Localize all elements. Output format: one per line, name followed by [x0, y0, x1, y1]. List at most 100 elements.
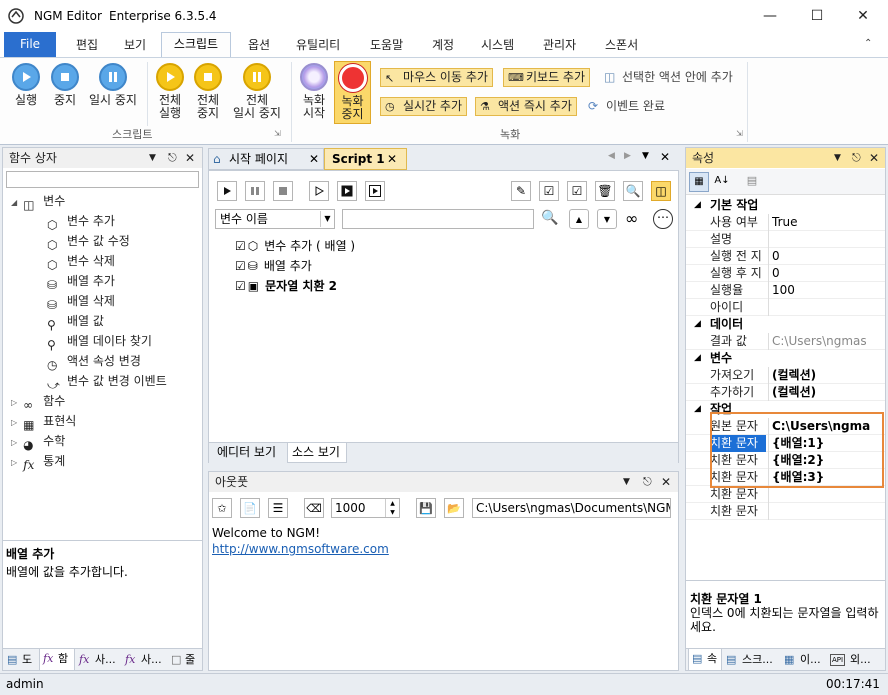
property-row[interactable]: 아이디: [686, 299, 885, 316]
tab-script-1[interactable]: Script 1 ✕: [324, 148, 407, 170]
tree-leaf-0-8[interactable]: ⤻ 변수 값 변경 이벤트: [47, 371, 167, 392]
property-row[interactable]: 추가하기 (컬렉션): [686, 384, 885, 401]
collapse-arrow-icon[interactable]: ◢: [694, 316, 701, 333]
collapse-ribbon-icon[interactable]: ⌃: [864, 38, 872, 49]
run-button[interactable]: 실행: [8, 63, 44, 107]
tab-list-icon[interactable]: ▼: [642, 151, 649, 161]
checkbox-checked-icon[interactable]: ☑: [235, 279, 246, 293]
property-section[interactable]: ◢ 데이터: [686, 316, 885, 333]
menu-view[interactable]: 보기: [124, 36, 146, 53]
tree-view-button[interactable]: ◫: [651, 181, 671, 201]
script-group-launcher-icon[interactable]: ⇲: [274, 129, 281, 138]
log-limit-spinner[interactable]: 1000 ▲ ▼: [331, 498, 400, 518]
variable-name-combo[interactable]: 변수 이름 ▼: [215, 209, 335, 229]
clear-brush-button[interactable]: ✩: [212, 498, 232, 518]
menu-script[interactable]: 스크립트: [161, 32, 231, 57]
pin-icon[interactable]: ⎋: [168, 148, 177, 168]
menu-utility[interactable]: 유틸리티: [296, 36, 340, 53]
tab-images[interactable]: ▦ 이...: [782, 651, 826, 669]
property-row[interactable]: 실행 후 지 0: [686, 265, 885, 282]
property-row[interactable]: 결과 값 C:\Users\ngmas: [686, 333, 885, 350]
run-script-button[interactable]: [217, 181, 237, 201]
property-row[interactable]: 사용 여부 True: [686, 214, 885, 231]
loop-infinity-icon[interactable]: ∞: [625, 209, 638, 228]
collapse-arrow-icon[interactable]: ◢: [694, 350, 701, 367]
pin-icon[interactable]: ⎋: [852, 148, 861, 168]
pause-button[interactable]: 일시 중지: [86, 63, 140, 107]
expanded-arrow-icon[interactable]: ◢: [11, 198, 17, 207]
property-row[interactable]: 실행율 100: [686, 282, 885, 299]
close-panel-icon[interactable]: ✕: [185, 148, 195, 168]
close-panel-icon[interactable]: ✕: [869, 148, 879, 168]
tab-start-page[interactable]: ⌂ 시작 페이지 ✕: [208, 148, 324, 170]
dropdown-icon[interactable]: ▼: [149, 148, 156, 168]
event-complete-button[interactable]: ⟳ 이벤트 완료: [586, 97, 665, 116]
tree-leaf-0-4[interactable]: ⛁ 배열 삭제: [47, 291, 115, 312]
output-link[interactable]: http://www.ngmsoftware.com: [212, 542, 389, 556]
property-row[interactable]: 실행 전 지 0: [686, 248, 885, 265]
property-row[interactable]: 치환 문자: [686, 503, 885, 520]
check-button[interactable]: ☑: [567, 181, 587, 201]
record-start-button[interactable]: 녹화 시작: [297, 63, 331, 120]
close-tab-icon[interactable]: ✕: [387, 149, 397, 169]
full-pause-button[interactable]: 전체 일시 중지: [229, 63, 285, 120]
menu-edit[interactable]: 편집: [76, 36, 98, 53]
tree-node-3[interactable]: ▷ ◕ 수학: [11, 431, 65, 452]
menu-system[interactable]: 시스템: [481, 36, 514, 53]
stop-button[interactable]: 중지: [47, 63, 83, 107]
collapsed-arrow-icon[interactable]: ▷: [11, 418, 17, 427]
log-path-input[interactable]: C:\Users\ngmas\Documents\NGM6\: [472, 498, 671, 518]
collapsed-arrow-icon[interactable]: ▷: [11, 458, 17, 467]
tab-variables[interactable]: ▤ 도: [5, 651, 39, 669]
save-log-button[interactable]: 💾: [416, 498, 436, 518]
tree-leaf-0-7[interactable]: ◷ 액션 속성 변경: [47, 351, 141, 372]
spin-up-icon[interactable]: ▲: [385, 499, 399, 508]
new-log-button[interactable]: 📄: [240, 498, 260, 518]
more-options-icon[interactable]: ⋯: [653, 209, 673, 229]
function-search-input[interactable]: [6, 171, 199, 188]
tree-leaf-0-0[interactable]: ⬡ 변수 추가: [47, 211, 115, 232]
property-section[interactable]: ◢ 기본 작업: [686, 197, 885, 214]
add-mouse-move-button[interactable]: ↖ 마우스 이동 추가: [380, 68, 493, 87]
tab-functions[interactable]: fx 함: [39, 649, 75, 671]
pause-script-button[interactable]: [245, 181, 265, 201]
action-item[interactable]: ☑ ▣ 문자열 치환 2: [235, 277, 337, 295]
close-document-icon[interactable]: ✕: [660, 150, 670, 164]
file-menu[interactable]: File: [4, 32, 56, 57]
add-keyboard-button[interactable]: ⌨ 키보드 추가: [503, 68, 591, 87]
filter-search-icon[interactable]: 🔍: [541, 210, 558, 226]
dropdown-icon[interactable]: ▼: [623, 472, 630, 492]
full-stop-button[interactable]: 전체 중지: [190, 63, 226, 120]
collapsed-arrow-icon[interactable]: ▷: [11, 398, 17, 407]
property-row[interactable]: 설명: [686, 231, 885, 248]
tab-user-1[interactable]: fx 사...: [77, 651, 121, 669]
tree-node-0[interactable]: ◢ ◫ 변수: [11, 191, 65, 212]
tree-leaf-0-6[interactable]: ⚲ 배열 데이타 찾기: [47, 331, 152, 352]
tab-line[interactable]: □ 줄: [169, 651, 201, 669]
tree-leaf-0-5[interactable]: ⚲ 배열 값: [47, 311, 104, 332]
open-folder-button[interactable]: 📂: [444, 498, 464, 518]
tree-leaf-0-1[interactable]: ⬡ 변수 값 수정: [47, 231, 130, 252]
checkbox-checked-icon[interactable]: ☑: [235, 259, 246, 273]
list-button[interactable]: ☰: [268, 498, 288, 518]
record-stop-button[interactable]: 녹화 중지: [334, 61, 371, 124]
move-down-button[interactable]: ▼: [597, 209, 617, 229]
tree-node-2[interactable]: ▷ ▦ 표현식: [11, 411, 76, 432]
close-tab-icon[interactable]: ✕: [309, 149, 319, 169]
collapsed-arrow-icon[interactable]: ▷: [11, 438, 17, 447]
tab-user-2[interactable]: fx 사...: [123, 651, 167, 669]
add-instant-action-button[interactable]: ⚗ 액션 즉시 추가: [475, 97, 577, 116]
tab-script-list[interactable]: ▤ 스크...: [724, 651, 780, 669]
run-step-button[interactable]: [365, 181, 385, 201]
record-group-launcher-icon[interactable]: ⇲: [736, 129, 743, 138]
pin-icon[interactable]: ⎋: [643, 472, 652, 492]
action-item[interactable]: ☑ ⛁ 배열 추가: [235, 257, 312, 275]
menu-options[interactable]: 옵션: [248, 36, 270, 53]
edit-button[interactable]: ✎: [511, 181, 531, 201]
menu-admin[interactable]: 관리자: [543, 36, 576, 53]
tab-source-view[interactable]: 소스 보기: [287, 443, 347, 463]
dropdown-icon[interactable]: ▼: [834, 148, 841, 168]
menu-help[interactable]: 도움말: [370, 36, 403, 53]
find-button[interactable]: 🔍: [623, 181, 643, 201]
collapse-arrow-icon[interactable]: ◢: [694, 401, 701, 418]
